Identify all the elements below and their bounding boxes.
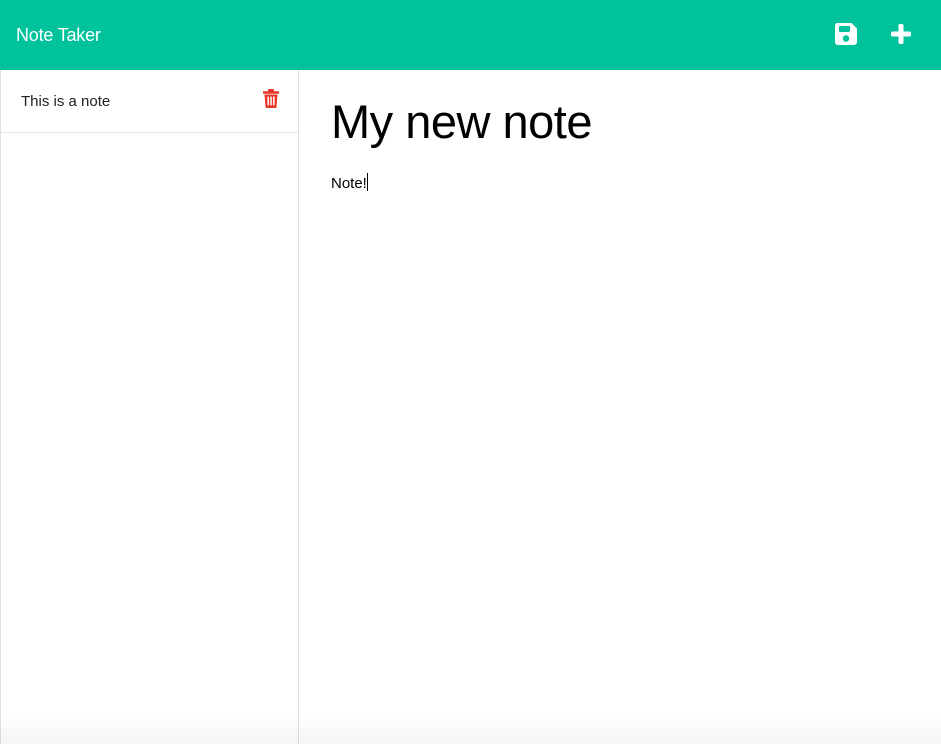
- plus-icon[interactable]: [889, 22, 913, 46]
- navbar: Note Taker: [0, 0, 941, 70]
- list-item[interactable]: This is a note: [1, 70, 298, 133]
- note-editor: My new note Note!: [299, 70, 941, 744]
- trash-icon[interactable]: [263, 89, 279, 108]
- save-icon[interactable]: [834, 22, 858, 46]
- note-list-title[interactable]: This is a note: [21, 93, 110, 111]
- brand-title[interactable]: Note Taker: [16, 23, 101, 47]
- note-body-textarea[interactable]: Note!: [331, 173, 921, 713]
- note-title-input[interactable]: My new note: [331, 94, 921, 150]
- note-body-text: Note!: [331, 175, 367, 192]
- notes-sidebar: This is a note: [0, 70, 299, 744]
- text-caret: [366, 173, 368, 191]
